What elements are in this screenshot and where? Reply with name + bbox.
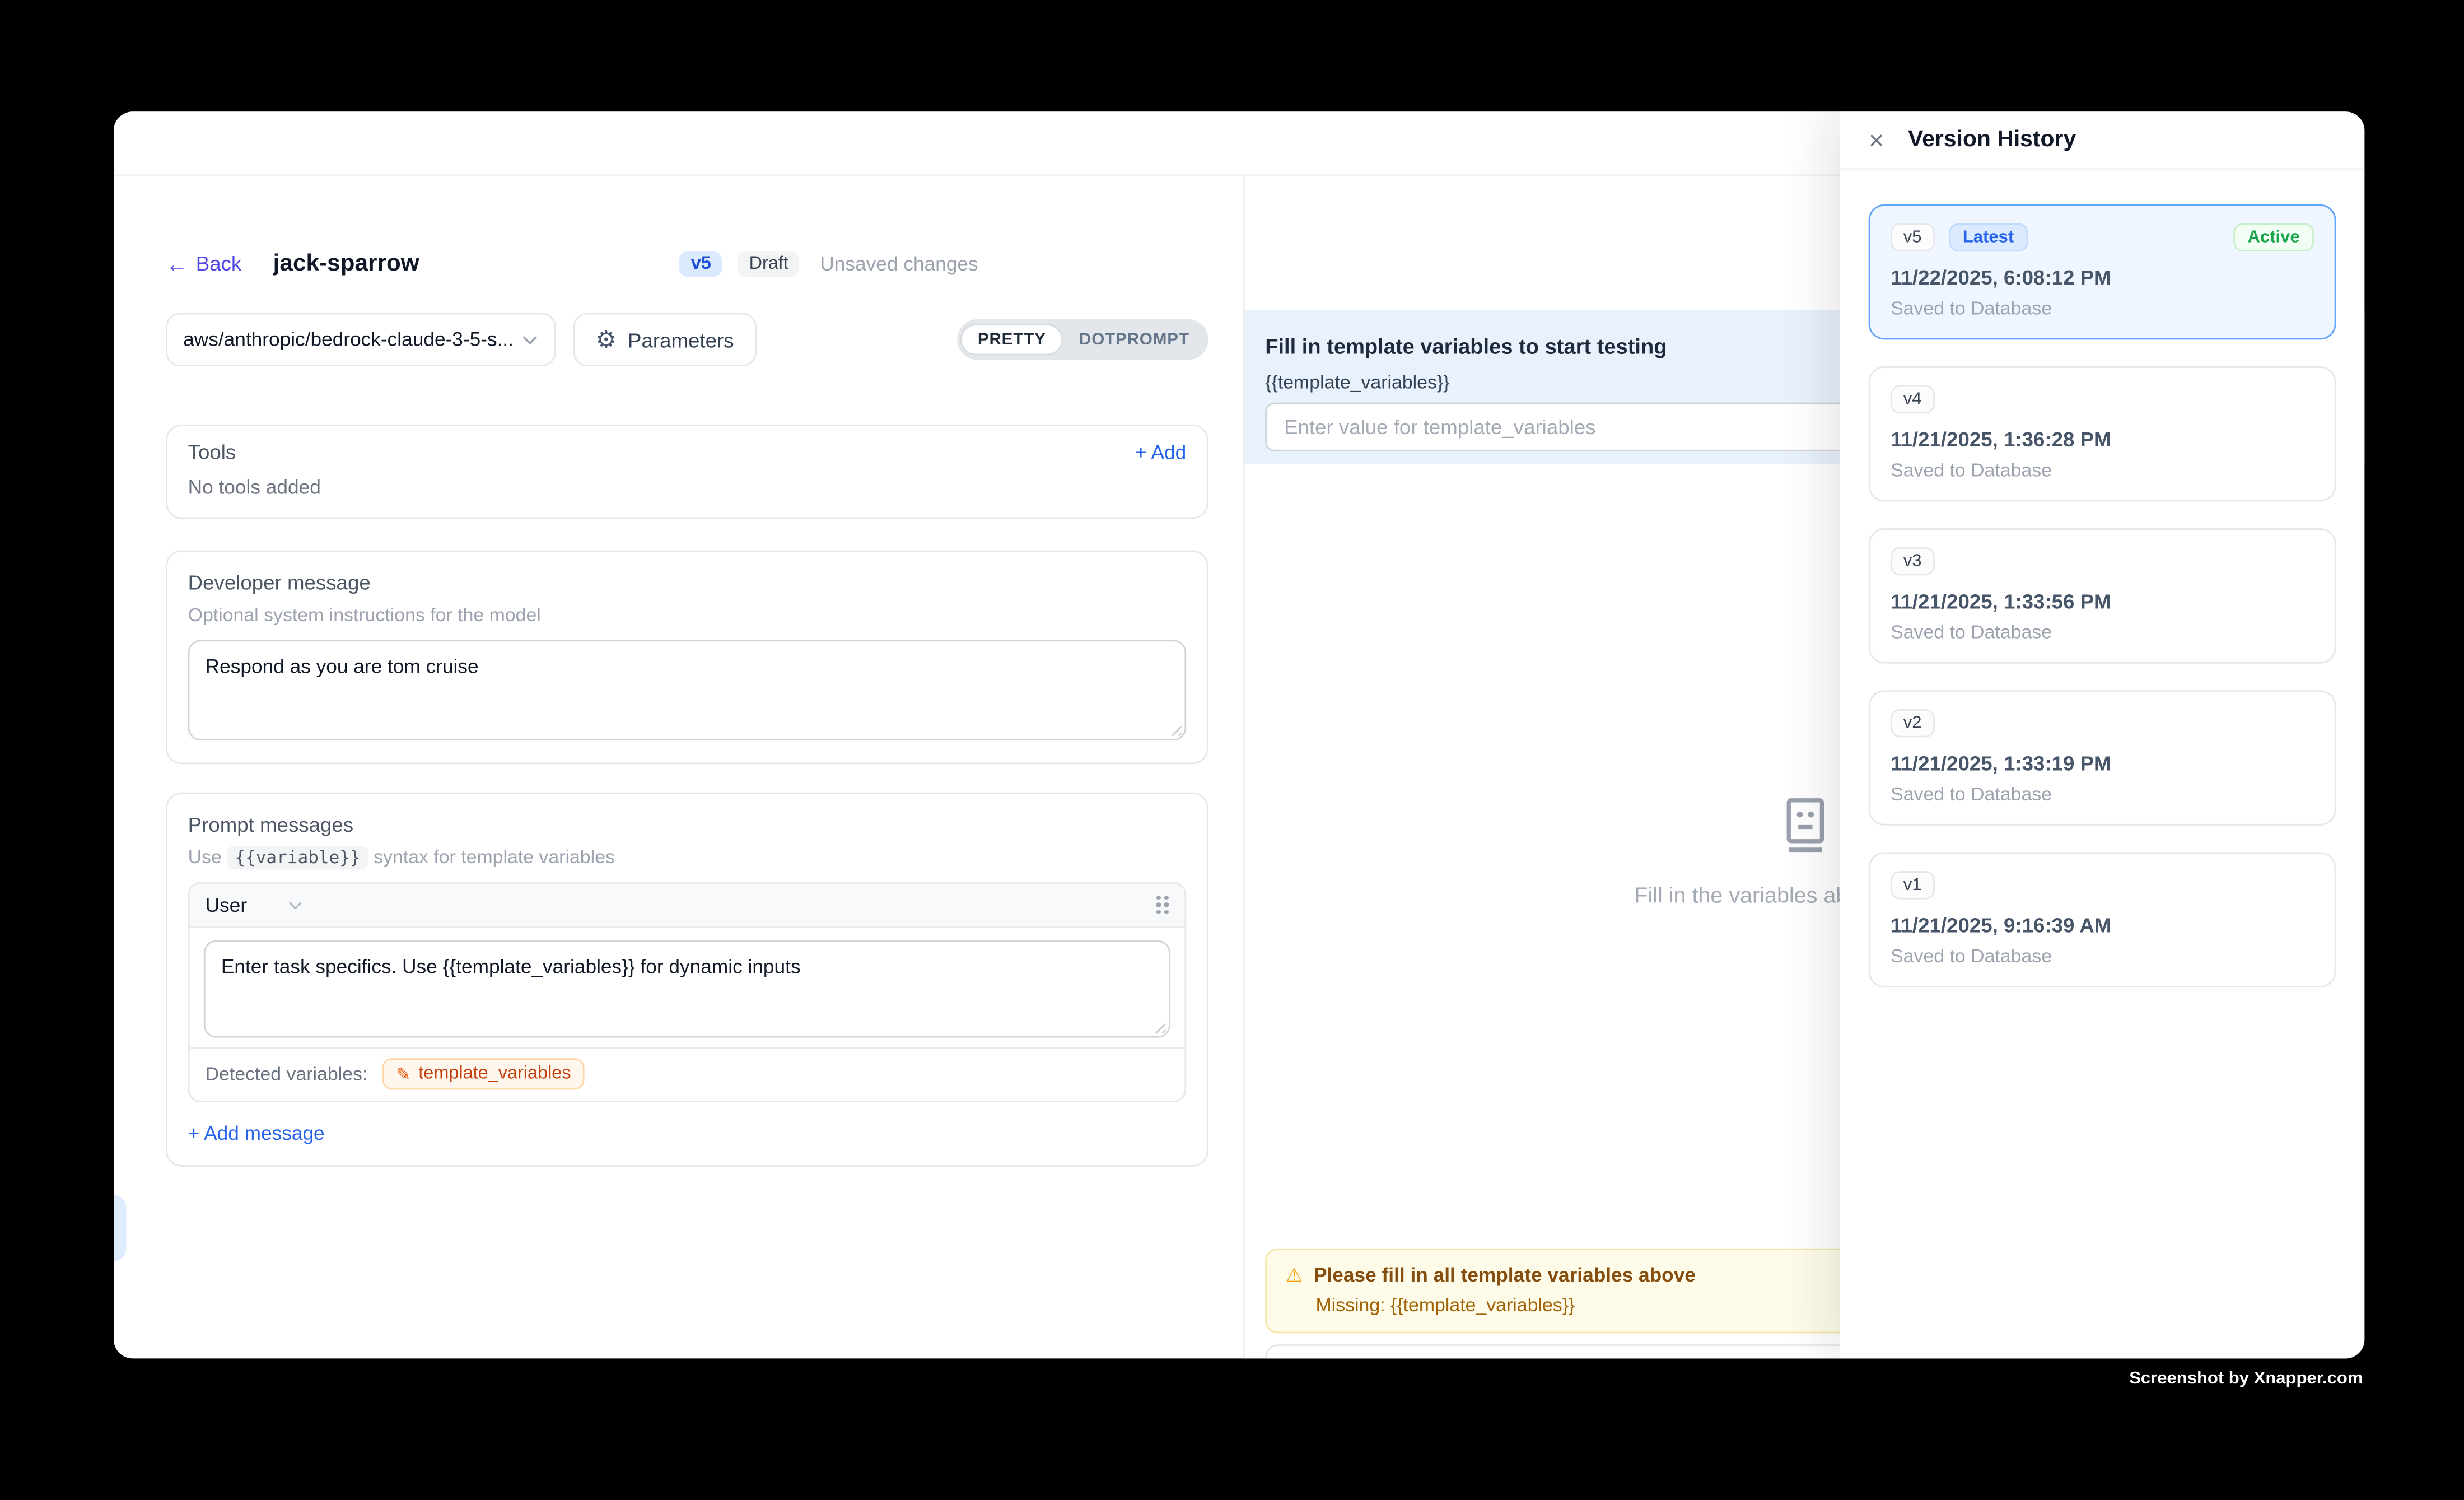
version-status: Saved to Database [1891,297,2314,319]
model-select[interactable]: aws/anthropic/bedrock-claude-3-5-s... [166,313,556,366]
unsaved-changes-text: Unsaved changes [820,253,978,274]
version-badge: v5 [680,251,722,276]
version-status: Saved to Database [1891,783,2314,805]
variable-syntax-chip: {{variable}} [227,846,368,869]
version-timestamp: 11/21/2025, 1:36:28 PM [1891,428,2314,451]
page-header: ← Back jack-sparrow v5 Draft Unsaved cha… [166,250,1208,277]
toggle-dotprompt[interactable]: DOTPROMPT [1063,325,1205,354]
message-header: User [189,884,1184,928]
watermark-text: Screenshot by Xnapper.com [2129,1369,2363,1389]
developer-message-card: Developer message Optional system instru… [166,550,1208,764]
tools-title: Tools [188,440,236,464]
version-card-v1[interactable]: v1 11/21/2025, 9:16:39 AM Saved to Datab… [1869,852,2336,987]
parameters-label: Parameters [628,328,734,351]
warning-title: Please fill in all template variables ab… [1314,1264,1696,1286]
subtitle-prefix: Use [188,846,222,868]
version-timestamp: 11/21/2025, 9:16:39 AM [1891,914,2314,937]
detected-variables-label: Detected variables: [206,1063,368,1085]
version-history-header: × Version History [1840,111,2364,170]
page-title: jack-sparrow [273,250,419,277]
message-input[interactable]: Enter task specifics. Use {{template_var… [204,940,1170,1038]
version-status: Saved to Database [1891,621,2314,643]
developer-message-subtitle: Optional system instructions for the mod… [188,604,1187,626]
developer-message-title: Developer message [188,571,1187,594]
version-status: Saved to Database [1891,945,2314,967]
tools-card: Tools + Add No tools added [166,425,1208,519]
latest-badge: Latest [1948,223,2028,252]
version-timestamp: 11/22/2025, 6:08:12 PM [1891,265,2314,289]
detected-variables-row: Detected variables: ✎ template_variables [189,1047,1184,1101]
version-tag: v5 [1891,223,1934,252]
tools-empty-text: No tools added [188,477,1187,499]
toggle-pretty[interactable]: PRETTY [960,324,1063,355]
version-card-v5[interactable]: v5 Latest Active 11/22/2025, 6:08:12 PM … [1869,204,2336,339]
header-badges: v5 Draft Unsaved changes [680,251,978,276]
back-button[interactable]: ← Back [166,251,241,275]
draft-badge: Draft [738,251,800,276]
bot-face-icon [1781,797,1828,854]
version-status: Saved to Database [1891,459,2314,481]
version-card-v4[interactable]: v4 11/21/2025, 1:36:28 PM Saved to Datab… [1869,366,2336,501]
add-message-button[interactable]: + Add message [188,1122,1187,1144]
version-tag: v2 [1891,709,1934,738]
model-toolbar: aws/anthropic/bedrock-claude-3-5-s... ⚙ … [166,313,1208,366]
version-timestamp: 11/21/2025, 1:33:19 PM [1891,752,2314,775]
parameters-button[interactable]: ⚙ Parameters [573,313,756,366]
prompt-messages-card: Prompt messages Use {{variable}} syntax … [166,793,1208,1167]
version-card-v3[interactable]: v3 11/21/2025, 1:33:56 PM Saved to Datab… [1869,528,2336,663]
drag-handle-icon[interactable] [1156,896,1169,914]
prompt-editor-column: ← Back jack-sparrow v5 Draft Unsaved cha… [114,176,1243,1358]
version-list: v5 Latest Active 11/22/2025, 6:08:12 PM … [1840,170,2364,987]
left-edge-tab[interactable] [114,1195,127,1261]
app-window: ← Back jack-sparrow v5 Draft Unsaved cha… [114,111,2364,1358]
version-tag: v3 [1891,547,1934,576]
detected-variable-name: template_variables [418,1064,571,1083]
stage: ← Back jack-sparrow v5 Draft Unsaved cha… [0,0,2464,1500]
subtitle-suffix: syntax for template variables [374,846,615,868]
prompt-messages-title: Prompt messages [188,813,1187,836]
add-tool-button[interactable]: + Add [1135,441,1186,463]
role-select-value: User [206,894,247,916]
detected-variable-chip[interactable]: ✎ template_variables [382,1058,585,1089]
version-history-title: Version History [1908,127,2076,152]
version-timestamp: 11/21/2025, 1:33:56 PM [1891,590,2314,613]
format-toggle: PRETTY DOTPROMPT [957,319,1208,360]
back-label: Back [196,251,242,275]
pencil-icon: ✎ [396,1064,410,1084]
prompt-messages-subtitle: Use {{variable}} syntax for template var… [188,846,1187,868]
role-select[interactable]: User [206,894,304,916]
version-tag: v4 [1891,385,1934,414]
version-card-v2[interactable]: v2 11/21/2025, 1:33:19 PM Saved to Datab… [1869,690,2336,825]
close-icon[interactable]: × [1869,127,1894,153]
chevron-down-icon [288,897,304,912]
gear-icon: ⚙ [595,328,617,351]
chevron-down-icon [521,331,539,348]
message-block: User Enter task specifics. Use {{templat… [188,882,1187,1102]
model-select-value: aws/anthropic/bedrock-claude-3-5-s... [183,329,521,351]
active-badge: Active [2233,223,2314,252]
version-history-panel: × Version History v5 Latest Active 11/22… [1840,111,2364,1358]
developer-message-input[interactable]: Respond as you are tom cruise [188,640,1187,740]
back-arrow-icon: ← [166,253,188,274]
version-tag: v1 [1891,871,1934,900]
warning-icon: ⚠ [1286,1266,1303,1285]
